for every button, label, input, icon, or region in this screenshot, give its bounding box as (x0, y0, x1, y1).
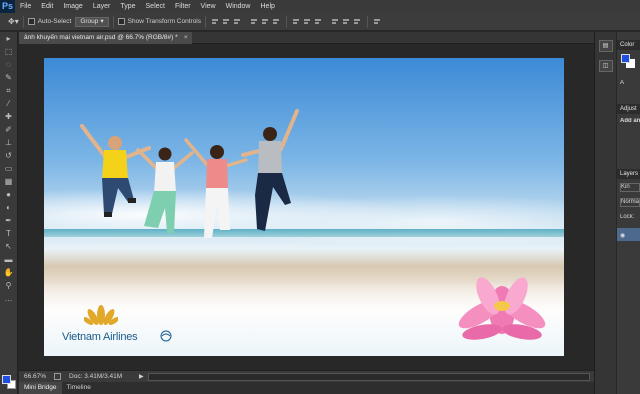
lock-label: Lock: (620, 214, 635, 220)
marquee-tool-icon[interactable]: ⬚ (3, 46, 15, 58)
tools-panel: ▸ ⬚ ◌ ✎ ⌗ ⁄ ✚ ✐ ⊥ ↺ ▭ ▦ ● ◐ ✒ T ↖ ▬ ✋ ⚲ … (0, 32, 18, 394)
menu-edit[interactable]: Edit (36, 0, 58, 13)
layer-kind-filter[interactable]: Kin (620, 183, 640, 192)
auto-select-label: Auto-Select (37, 18, 72, 25)
menu-image[interactable]: Image (58, 0, 87, 13)
lasso-tool-icon[interactable]: ◌ (3, 59, 15, 71)
lotus-flower (458, 277, 546, 340)
eraser-tool-icon[interactable]: ▭ (3, 163, 15, 175)
show-transform-label: Show Transform Controls (127, 18, 202, 25)
close-icon[interactable]: × (184, 32, 188, 44)
blend-mode-dropdown[interactable]: Norma (620, 198, 640, 207)
crop-tool-icon[interactable]: ⌗ (3, 85, 15, 97)
document-image[interactable]: Vietnam Airlines (44, 58, 564, 356)
menu-layer[interactable]: Layer (88, 0, 116, 13)
type-tool-icon[interactable]: T (3, 228, 15, 240)
foreground-color-swatch[interactable] (2, 375, 11, 384)
menu-bar: Ps File Edit Image Layer Type Select Fil… (0, 0, 640, 13)
document-tab[interactable]: ảnh khuyến mại vietnam air.psd @ 66.7% (… (19, 32, 192, 44)
menu-file[interactable]: File (15, 0, 36, 13)
options-divider (367, 15, 369, 28)
adjustments-panel-tab[interactable]: Adjust (617, 104, 640, 114)
eye-icon[interactable]: ◉ (620, 232, 625, 239)
chevron-down-icon: ▾ (100, 17, 104, 25)
document-tab-title: ảnh khuyến mại vietnam air.psd @ 66.7% (… (24, 34, 178, 41)
menu-type[interactable]: Type (115, 0, 140, 13)
document-tab-bar: ảnh khuyến mại vietnam air.psd @ 66.7% (… (19, 32, 594, 44)
zoom-tool-icon[interactable]: ⚲ (3, 280, 15, 292)
distribute-right-icon[interactable] (353, 17, 362, 26)
lotus-logo-icon (84, 305, 118, 326)
options-divider (286, 15, 288, 28)
options-bar: ✥▾ Auto-Select Group ▾ Show Transform Con… (0, 13, 640, 31)
align-top-icon[interactable] (211, 17, 220, 26)
pen-tool-icon[interactable]: ✒ (3, 215, 15, 227)
shape-tool-icon[interactable]: ▬ (3, 254, 15, 266)
auto-select-dropdown[interactable]: Group ▾ (75, 16, 109, 27)
panel-foreground-swatch[interactable] (621, 54, 630, 63)
status-bar: 66.67% Doc: 3.41M/3.41M ▶ (19, 370, 594, 382)
color-panel-tab[interactable]: Color (617, 40, 640, 50)
vietnam-airlines-logo: Vietnam Airlines (62, 304, 182, 344)
photoshop-logo: Ps (0, 0, 15, 13)
align-right-icon[interactable] (272, 17, 281, 26)
menu-select[interactable]: Select (141, 0, 170, 13)
align-middle-icon[interactable] (222, 17, 231, 26)
path-select-icon[interactable]: ↖ (3, 241, 15, 253)
menu-help[interactable]: Help (256, 0, 280, 13)
canvas-area[interactable]: Vietnam Airlines (19, 44, 594, 370)
add-adjustment-label: Add an (620, 118, 640, 124)
clone-stamp-icon[interactable]: ⊥ (3, 137, 15, 149)
layers-panel-tab[interactable]: Layers (617, 169, 640, 179)
dodge-tool-icon[interactable]: ◐ (3, 202, 15, 214)
auto-select-value: Group (80, 17, 99, 25)
logo-text: Vietnam Airlines (62, 331, 138, 343)
status-info-icon[interactable] (54, 373, 62, 380)
eyedropper-tool-icon[interactable]: ⁄ (3, 98, 15, 110)
distribute-top-icon[interactable] (292, 17, 301, 26)
align-center-icon[interactable] (261, 17, 270, 26)
options-divider (22, 15, 24, 28)
align-left-icon[interactable] (250, 17, 259, 26)
distribute-middle-icon[interactable] (303, 17, 312, 26)
gradient-tool-icon[interactable]: ▦ (3, 176, 15, 188)
blur-tool-icon[interactable]: ● (3, 189, 15, 201)
document-size: Doc: 3.41M/3.41M (69, 373, 123, 380)
status-menu-arrow-icon[interactable]: ▶ (139, 373, 144, 380)
panel-dock: ▤ ◫ (594, 32, 616, 394)
skyteam-icon (160, 330, 172, 342)
options-divider (205, 15, 207, 28)
auto-align-icon[interactable] (373, 17, 382, 26)
menu-view[interactable]: View (196, 0, 221, 13)
bottom-panel-tabs: Mini Bridge Timeline (19, 382, 594, 394)
menu-filter[interactable]: Filter (170, 0, 196, 13)
history-panel-icon[interactable]: ▤ (598, 40, 613, 52)
tab-mini-bridge[interactable]: Mini Bridge (19, 382, 62, 394)
move-tool-icon[interactable]: ▸ (3, 33, 15, 45)
align-bottom-icon[interactable] (233, 17, 242, 26)
distribute-bottom-icon[interactable] (314, 17, 323, 26)
distribute-center-icon[interactable] (342, 17, 351, 26)
properties-panel-icon[interactable]: ◫ (598, 60, 613, 72)
brush-tool-icon[interactable]: ✐ (3, 124, 15, 136)
healing-brush-icon[interactable]: ✚ (3, 111, 15, 123)
distribute-left-icon[interactable] (331, 17, 340, 26)
move-tool-icon[interactable]: ✥▾ (8, 17, 19, 26)
more-tools-icon[interactable]: … (3, 293, 15, 305)
zoom-level[interactable]: 66.67% (24, 373, 46, 380)
auto-select-checkbox[interactable] (27, 18, 35, 25)
quick-select-tool-icon[interactable]: ✎ (3, 72, 15, 84)
show-transform-checkbox[interactable] (117, 18, 125, 25)
hand-tool-icon[interactable]: ✋ (3, 267, 15, 279)
history-brush-icon[interactable]: ↺ (3, 150, 15, 162)
color-ramp-label: A (620, 80, 625, 86)
tab-timeline[interactable]: Timeline (62, 382, 96, 394)
horizontal-scrollbar[interactable] (147, 372, 590, 381)
right-panels: Color A Adjust Add an Layers Kin Norma L… (617, 32, 640, 394)
person-grey-shirt (241, 109, 299, 231)
options-divider (112, 15, 114, 28)
menu-window[interactable]: Window (221, 0, 256, 13)
